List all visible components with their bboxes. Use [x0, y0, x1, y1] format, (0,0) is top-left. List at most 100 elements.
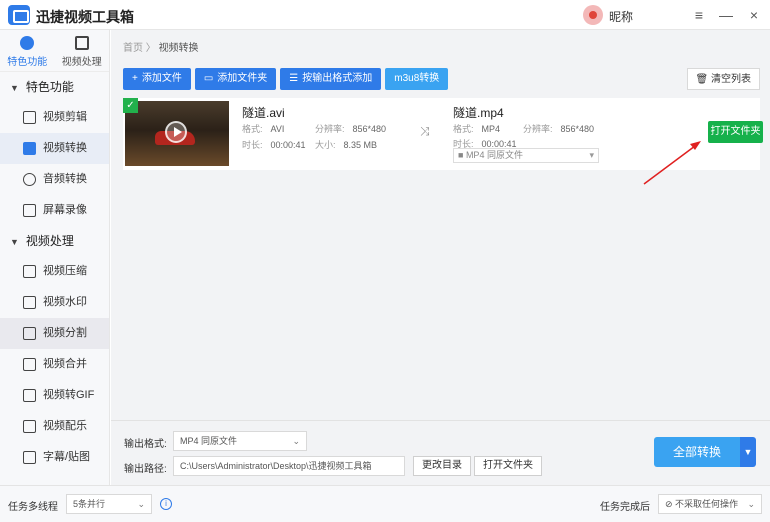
add-folder-button[interactable]: ▭ 添加文件夹	[194, 68, 277, 90]
audio-icon	[23, 173, 36, 186]
source-resolution: 分辨率: 856*480	[315, 124, 387, 134]
minimize-icon[interactable]: —	[717, 6, 735, 24]
sidebar-item-subtitle[interactable]: 字幕/贴图	[0, 442, 109, 473]
trash-icon: 🗑	[695, 74, 709, 85]
output-format-label: 输出格式:	[124, 439, 167, 450]
watermark-icon	[23, 296, 36, 309]
convert-options-dropdown[interactable]: ▼	[740, 437, 756, 467]
add-by-format-button[interactable]: ☰ 按输出格式添加	[280, 68, 382, 90]
output-format-value: MP4 同原文件	[465, 150, 523, 160]
group-featured[interactable]: ▼ 特色功能	[0, 72, 109, 102]
sidebar-item-label: 屏幕录像	[43, 204, 87, 216]
convert-all-button[interactable]: 全部转换	[654, 437, 740, 467]
close-icon[interactable]: ×	[745, 6, 763, 24]
add-by-format-label: 按输出格式添加	[302, 73, 373, 84]
tab-label: 特色功能	[7, 57, 48, 68]
sidebar-item-watermark[interactable]: 视频水印	[0, 287, 109, 318]
sidebar-item-screen-record[interactable]: 屏幕录像	[0, 195, 109, 226]
m3u8-convert-button[interactable]: m3u8转换	[385, 68, 449, 90]
tab-featured[interactable]: 特色功能	[0, 30, 55, 71]
play-icon[interactable]	[165, 121, 187, 143]
folder-icon: ▭	[203, 73, 214, 84]
menu-icon[interactable]: ≡	[690, 6, 708, 24]
split-icon	[23, 327, 36, 340]
target-format: 格式: MP4	[453, 124, 501, 134]
sidebar: 特色功能 视频处理 ▼ 特色功能 视频剪辑 视频转换 音频转换 屏幕录像 ▼ 视频处…	[0, 30, 110, 485]
list-icon: ☰	[289, 73, 299, 84]
list-item[interactable]: ✓ 隧道.avi 格式: AVI 分辨率: 856*480 时长: 00:00:41 …	[123, 98, 763, 170]
threads-value: 5条并行	[73, 499, 106, 509]
plus-icon: +	[132, 73, 138, 84]
sidebar-item-label: 视频转GIF	[43, 389, 95, 401]
sidebar-item-audio-convert[interactable]: 音频转换	[0, 164, 109, 195]
sidebar-item-label: 字幕/贴图	[43, 451, 91, 463]
sidebar-item-label: 视频转换	[43, 142, 87, 154]
target-resolution: 分辨率: 856*480	[523, 124, 595, 134]
app-logo-icon	[8, 5, 30, 25]
threads-label: 任务多线程	[8, 502, 58, 513]
change-directory-button[interactable]: 更改目录	[413, 456, 471, 476]
sidebar-item-label: 视频剪辑	[43, 111, 87, 123]
breadcrumb-separator: 〉	[145, 43, 156, 54]
sidebar-item-label: 音频转换	[43, 173, 87, 185]
tab-video-processing[interactable]: 视频处理	[55, 30, 110, 71]
no-action-icon: ⊘	[665, 499, 676, 509]
sidebar-item-label: 视频配乐	[43, 420, 87, 432]
sidebar-item-video-edit[interactable]: 视频剪辑	[0, 102, 109, 133]
source-format: 格式: AVI	[242, 124, 285, 134]
breadcrumb-current: 视频转换	[158, 43, 199, 54]
source-file-name: 隧道.avi	[242, 106, 285, 120]
global-output-format-select[interactable]: MP4 同原文件 ⌄	[173, 431, 307, 451]
open-output-folder-button[interactable]: 打开文件夹	[474, 456, 542, 476]
open-folder-button[interactable]: 打开文件夹	[708, 121, 763, 143]
record-icon	[23, 204, 36, 217]
output-format-select[interactable]: ■ MP4 同原文件 ▾	[453, 148, 599, 163]
target-file-name: 隧道.mp4	[453, 106, 504, 120]
gif-icon	[23, 389, 36, 402]
sidebar-item-merge[interactable]: 视频合并	[0, 349, 109, 380]
sidebar-item-video-convert[interactable]: 视频转换	[0, 133, 109, 164]
sidebar-item-to-gif[interactable]: 视频转GIF	[0, 380, 109, 411]
side-tabs: 特色功能 视频处理	[0, 30, 109, 72]
sidebar-item-label: 视频水印	[43, 296, 87, 308]
app-title: 迅捷视频工具箱	[36, 9, 134, 25]
source-size: 大小: 8.35 MB	[315, 140, 378, 150]
breadcrumb: 首页 〉 视频转换	[123, 39, 199, 54]
after-complete-value: 不采取任何操作	[675, 499, 739, 509]
clear-list-button[interactable]: 🗑 清空列表	[686, 68, 760, 90]
chevron-down-icon: ⌄	[747, 499, 755, 509]
caret-down-icon: ▼	[10, 83, 19, 93]
output-settings-panel: 输出格式: MP4 同原文件 ⌄ 输出路径: C:\Users\Administr…	[111, 420, 770, 485]
checkmark-icon[interactable]: ✓	[123, 98, 138, 113]
tab-label: 视频处理	[61, 57, 102, 68]
add-folder-label: 添加文件夹	[217, 73, 268, 84]
status-bar: 任务多线程 5条并行 ⌄ i 任务完成后 ⊘ 不采取任何操作 ⌄	[0, 485, 770, 522]
video-thumbnail[interactable]	[125, 101, 229, 166]
add-file-button[interactable]: + 添加文件	[123, 68, 191, 90]
output-path-field[interactable]: C:\Users\Administrator\Desktop\迅捷视频工具箱	[173, 456, 405, 476]
after-complete-select[interactable]: ⊘ 不采取任何操作 ⌄	[658, 494, 762, 514]
sidebar-item-label: 视频压缩	[43, 265, 87, 277]
group-video-processing[interactable]: ▼ 视频处理	[0, 226, 109, 256]
after-complete-label: 任务完成后	[600, 502, 650, 513]
source-duration: 时长: 00:00:41	[242, 140, 306, 150]
sidebar-item-split[interactable]: 视频分割	[0, 318, 109, 349]
breadcrumb-home[interactable]: 首页	[123, 43, 143, 54]
sidebar-item-label: 视频分割	[43, 327, 87, 339]
group-label: 特色功能	[25, 80, 74, 94]
sidebar-item-music[interactable]: 视频配乐	[0, 411, 109, 442]
sidebar-item-compress[interactable]: 视频压缩	[0, 256, 109, 287]
group-label: 视频处理	[25, 234, 74, 248]
edit-icon	[23, 111, 36, 124]
chevron-down-icon: ⌄	[292, 436, 300, 446]
chevron-down-icon: ▾	[589, 150, 594, 160]
subtitle-icon	[23, 451, 36, 464]
info-icon[interactable]: i	[160, 498, 172, 510]
avatar[interactable]	[583, 5, 603, 25]
compress-icon	[23, 265, 36, 278]
threads-select[interactable]: 5条并行 ⌄	[66, 494, 152, 514]
caret-down-icon: ▼	[10, 237, 19, 247]
toolbar: + 添加文件 ▭ 添加文件夹 ☰ 按输出格式添加 m3u8转换	[123, 68, 449, 90]
user-name[interactable]: 昵称	[609, 8, 633, 25]
caret-down-icon: ▼	[743, 447, 753, 457]
